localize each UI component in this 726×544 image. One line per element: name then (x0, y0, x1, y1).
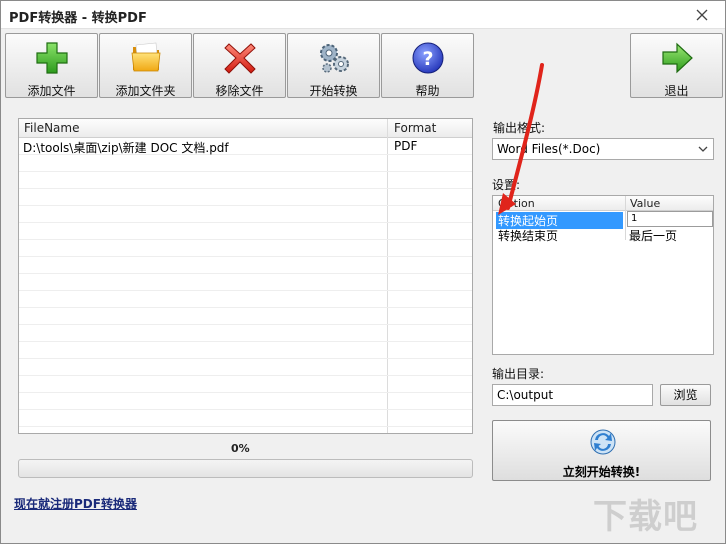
empty-row (19, 189, 472, 206)
file-list-header: FileName Format (19, 119, 472, 138)
close-button[interactable] (679, 1, 725, 29)
empty-row (19, 376, 472, 393)
app-window: PDF转换器 - 转换PDF 添加文件 添加文件夹 移除文件 开始转换 ? 帮助… (0, 0, 726, 544)
question-icon: ? (412, 42, 443, 74)
file-name-cell: D:\tools\桌面\zip\新建 DOC 文档.pdf (23, 141, 229, 155)
start-now-button[interactable]: 立刻开始转换! (492, 420, 711, 481)
refresh-arrows-icon (590, 429, 616, 455)
close-icon (696, 9, 708, 21)
settings-header: Option Value (493, 196, 713, 211)
file-format-cell: PDF (394, 139, 418, 153)
progress-bar (18, 459, 473, 478)
help-label: 帮助 (415, 84, 440, 98)
watermark-logo: 下载吧 (593, 497, 698, 537)
folder-icon (131, 42, 160, 72)
empty-row (19, 240, 472, 257)
title-bar: PDF转换器 - 转换PDF (1, 1, 725, 29)
chevron-down-icon (698, 146, 708, 152)
start-convert-button[interactable]: 开始转换 (287, 33, 380, 98)
empty-row (19, 155, 472, 172)
start-page-input[interactable]: 1 (627, 211, 713, 227)
column-option: Option (498, 197, 535, 210)
column-filename[interactable]: FileName (24, 121, 79, 135)
empty-row (19, 410, 472, 427)
window-title: PDF转换器 - 转换PDF (9, 11, 147, 26)
svg-text:?: ? (422, 48, 433, 70)
exit-button[interactable]: 退出 (630, 33, 723, 98)
exit-label: 退出 (664, 84, 689, 98)
setting-row-end-page[interactable]: 转换结束页 最后一页 (493, 227, 713, 243)
add-file-button[interactable]: 添加文件 (5, 33, 98, 98)
output-format-select[interactable]: Word Files(*.Doc) (492, 138, 714, 160)
table-row[interactable]: D:\tools\桌面\zip\新建 DOC 文档.pdf PDF (19, 138, 472, 155)
settings-label: 设置: (492, 178, 521, 192)
empty-row (19, 206, 472, 223)
register-link[interactable]: 现在就注册PDF转换器 (14, 495, 137, 512)
red-x-icon (223, 43, 256, 74)
green-plus-icon (35, 42, 68, 74)
add-file-label: 添加文件 (27, 84, 76, 98)
empty-row (19, 172, 472, 189)
output-dir-label: 输出目录: (492, 367, 545, 381)
help-button[interactable]: ? 帮助 (381, 33, 474, 98)
setting-row-start-page[interactable]: 转换起始页 1 (493, 211, 713, 229)
add-folder-label: 添加文件夹 (115, 84, 176, 98)
empty-row (19, 257, 472, 274)
empty-row (19, 223, 472, 240)
setting-value: 最后一页 (629, 229, 678, 243)
start-convert-label: 开始转换 (309, 84, 358, 98)
setting-option: 转换结束页 (498, 229, 559, 243)
empty-row (19, 274, 472, 291)
empty-row (19, 308, 472, 325)
column-format[interactable]: Format (394, 121, 436, 135)
browse-button[interactable]: 浏览 (660, 384, 711, 406)
empty-row (19, 291, 472, 308)
empty-row (19, 325, 472, 342)
empty-row (19, 393, 472, 410)
gears-icon (319, 44, 349, 73)
remove-file-label: 移除文件 (215, 84, 264, 98)
add-folder-button[interactable]: 添加文件夹 (99, 33, 192, 98)
start-now-label: 立刻开始转换! (562, 465, 641, 479)
settings-grid[interactable]: Option Value 转换起始页 1 转换结束页 最后一页 (492, 195, 714, 355)
output-format-label: 输出格式: (493, 121, 546, 135)
remove-file-button[interactable]: 移除文件 (193, 33, 286, 98)
empty-row (19, 342, 472, 359)
empty-row (19, 359, 472, 376)
progress-percent: 0% (231, 442, 250, 455)
file-list[interactable]: FileName Format D:\tools\桌面\zip\新建 DOC 文… (18, 118, 473, 434)
green-arrow-right-icon (661, 42, 693, 74)
output-dir-input[interactable]: C:\output (492, 384, 653, 406)
output-format-value: Word Files(*.Doc) (497, 142, 601, 156)
column-value: Value (630, 197, 661, 210)
